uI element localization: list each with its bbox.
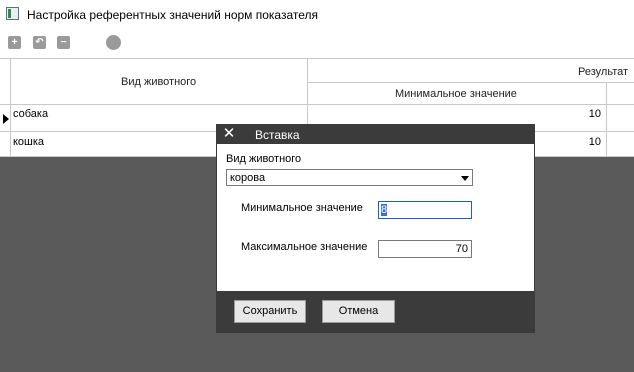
add-icon[interactable]: + xyxy=(8,36,21,49)
column-header-animal-label: Вид животного xyxy=(121,76,197,88)
insert-dialog: ✕ Вставка Вид животного корова Минимальн… xyxy=(216,124,535,333)
dialog-titlebar: ✕ Вставка xyxy=(216,124,535,144)
toolbar: + ↶ − xyxy=(0,30,634,54)
animal-select-value: корова xyxy=(230,172,266,184)
cell-min-value: 10 xyxy=(588,136,601,148)
cell-min-value: 10 xyxy=(588,108,601,120)
cancel-button[interactable]: Отмена xyxy=(322,300,395,323)
save-button[interactable]: Сохранить xyxy=(234,300,306,323)
close-icon[interactable]: ✕ xyxy=(220,125,238,143)
row-header-corner xyxy=(0,58,11,105)
column-header-result-label: Результат xyxy=(578,66,629,78)
max-value-input[interactable]: 70 xyxy=(378,240,472,258)
min-value-input[interactable]: 8 xyxy=(378,201,472,219)
min-label: Минимальное значение xyxy=(241,202,363,214)
cell-max[interactable] xyxy=(607,105,634,132)
max-label: Максимальное значение xyxy=(241,241,368,253)
window-titlebar: Настройка референтных значений норм пока… xyxy=(0,0,634,28)
edit-icon[interactable]: ↶ xyxy=(33,36,46,49)
app-icon xyxy=(6,7,19,20)
dialog-body: Вид животного корова Минимальное значени… xyxy=(217,144,534,291)
row-selector[interactable] xyxy=(0,105,11,132)
animal-select[interactable]: корова xyxy=(226,169,473,186)
column-header-animal[interactable]: Вид животного xyxy=(11,58,308,105)
cell-max[interactable] xyxy=(607,132,634,157)
column-header-min[interactable]: Минимальное значение xyxy=(308,83,607,105)
max-value-text: 70 xyxy=(455,243,468,255)
column-header-min-label: Минимальное значение xyxy=(395,88,517,100)
dialog-title: Вставка xyxy=(255,128,300,142)
status-circle-icon xyxy=(106,35,121,50)
current-row-icon xyxy=(3,114,9,124)
cell-animal: кошка xyxy=(13,136,45,148)
column-header-result: Результат xyxy=(308,58,634,83)
column-header-max[interactable] xyxy=(607,83,634,105)
row-selector[interactable] xyxy=(0,132,11,157)
cell-animal: собака xyxy=(13,108,49,120)
min-value-text: 8 xyxy=(381,204,388,216)
chevron-down-icon[interactable] xyxy=(461,176,469,181)
window-title: Настройка референтных значений норм пока… xyxy=(27,8,319,22)
remove-icon[interactable]: − xyxy=(57,36,70,49)
animal-label: Вид животного xyxy=(226,153,302,165)
